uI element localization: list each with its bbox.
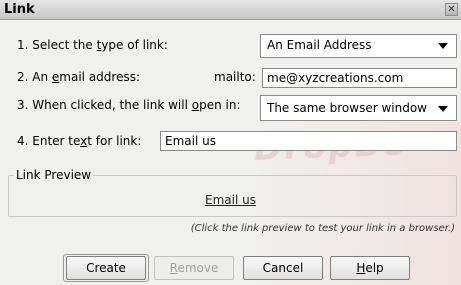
dialog-title: Link bbox=[4, 2, 35, 17]
link-text-label: 4. Enter text for link: bbox=[17, 134, 142, 148]
link-type-label: 1. Select the type of link: bbox=[17, 38, 168, 52]
create-button[interactable]: Create bbox=[66, 256, 146, 280]
dropdown-arrow-icon bbox=[438, 106, 448, 112]
dropdown-arrow-icon bbox=[438, 43, 448, 49]
email-address-label: 2. An email address: bbox=[17, 70, 141, 84]
cancel-button[interactable]: Cancel bbox=[243, 256, 323, 280]
dialog-titlebar: Link ✕ bbox=[0, 0, 461, 20]
link-preview-link[interactable]: Email us bbox=[0, 193, 461, 207]
open-in-select[interactable]: The same browser window bbox=[260, 95, 457, 121]
link-text-input[interactable]: Email us bbox=[160, 131, 457, 151]
help-button[interactable]: Help bbox=[330, 256, 410, 280]
link-preview-note: (Click the link preview to test your lin… bbox=[190, 223, 455, 234]
link-preview-legend: Link Preview bbox=[14, 168, 94, 182]
close-icon[interactable]: ✕ bbox=[445, 3, 458, 16]
email-address-input[interactable]: me@xyzcreations.com bbox=[262, 68, 457, 88]
remove-button[interactable]: Remove bbox=[154, 256, 234, 280]
mailto-prefix: mailto: bbox=[214, 70, 256, 84]
link-type-select[interactable]: An Email Address bbox=[260, 34, 457, 58]
open-in-label: 3. When clicked, the link will open in: bbox=[17, 98, 241, 112]
